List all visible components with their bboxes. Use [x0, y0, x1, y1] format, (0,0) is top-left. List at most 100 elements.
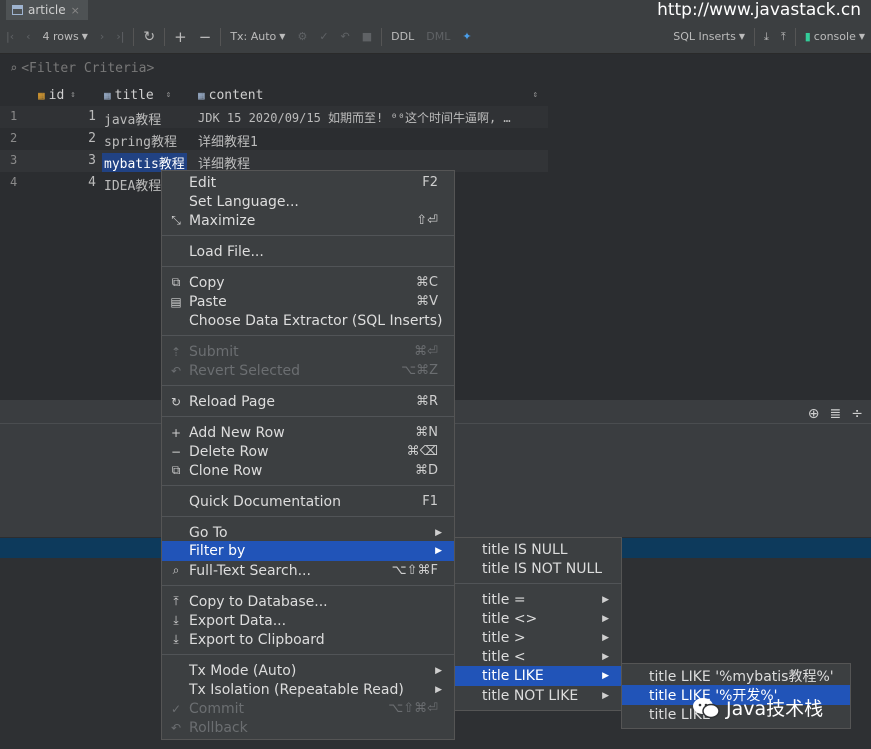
tx-mode-dropdown[interactable]: Tx: Auto ▼ — [224, 20, 291, 53]
menu-label: Paste — [189, 293, 227, 310]
menu-shortcut: ⌥⌘Z — [401, 363, 438, 378]
dml-button[interactable]: DML — [420, 20, 456, 53]
menu-item-not-equals[interactable]: title <> ▶ — [455, 609, 621, 628]
menu-item-copy[interactable]: ⧉ Copy ⌘C — [162, 273, 454, 292]
menu-item-copy-to-database[interactable]: ⤒ Copy to Database... — [162, 592, 454, 611]
commit-icon[interactable]: ✓ — [313, 20, 334, 53]
align-center-icon[interactable]: ≣ — [830, 406, 842, 422]
menu-item-less-than[interactable]: title < ▶ — [455, 647, 621, 666]
toolbar-divider — [164, 27, 166, 46]
next-page-icon[interactable]: › — [94, 20, 110, 53]
submenu-arrow-icon: ▶ — [602, 632, 609, 643]
menu-item-not-like[interactable]: title NOT LIKE ▶ — [455, 686, 621, 705]
menu-item-reload-page[interactable]: ↻ Reload Page ⌘R — [162, 392, 454, 411]
tx-settings-icon[interactable]: ⚙ — [291, 20, 313, 53]
tab-article[interactable]: article × — [6, 0, 88, 20]
table-row[interactable]: 2 2 spring教程 详细教程1 — [0, 128, 548, 150]
menu-item-greater-than[interactable]: title > ▶ — [455, 628, 621, 647]
download-icon[interactable]: ⤓ — [758, 20, 775, 53]
menu-item-export-to-clipboard[interactable]: ⤓ Export to Clipboard — [162, 630, 454, 649]
menu-item-set-language[interactable]: Set Language... — [162, 192, 454, 211]
menu-separator — [455, 583, 621, 584]
prev-page-icon[interactable]: ‹ — [20, 20, 36, 53]
menu-item-submit[interactable]: ⇡ Submit ⌘⏎ — [162, 342, 454, 361]
menu-item-tx-mode[interactable]: Tx Mode (Auto) ▶ — [162, 661, 454, 680]
menu-item-like[interactable]: title LIKE ▶ — [455, 666, 621, 686]
maximize-icon: ⤡ — [171, 213, 181, 227]
filter-criteria-input[interactable]: ⌕ <Filter Criteria> — [0, 57, 871, 79]
column-header-content[interactable]: ▦ content ⇕ — [198, 84, 548, 106]
menu-item-full-text-search[interactable]: ⌕ Full-Text Search... ⌥⇧⌘F — [162, 561, 454, 580]
close-icon[interactable]: × — [71, 4, 80, 17]
menu-item-tx-isolation[interactable]: Tx Isolation (Repeatable Read) ▶ — [162, 680, 454, 699]
submenu-arrow-icon: ▶ — [435, 546, 442, 556]
menu-item-is-not-null[interactable]: title IS NOT NULL — [455, 559, 621, 578]
menu-item-load-file[interactable]: Load File... — [162, 242, 454, 261]
rollback-icon[interactable]: ↶ — [335, 20, 356, 53]
cell-id[interactable]: 3 — [60, 153, 96, 168]
console-icon: ▮ — [804, 30, 811, 43]
menu-shortcut: F2 — [422, 175, 438, 190]
menu-item-clone-row[interactable]: ⧉ Clone Row ⌘D — [162, 461, 454, 480]
cell-id[interactable]: 2 — [60, 131, 96, 146]
console-dropdown[interactable]: ▮ console ▼ — [799, 20, 871, 53]
crosshair-icon[interactable]: ⊕ — [808, 406, 820, 422]
table-row[interactable]: 3 3 mybatis教程 详细教程 — [0, 150, 548, 172]
cell-id[interactable]: 4 — [60, 175, 96, 190]
menu-label: Filter by — [189, 543, 246, 559]
menu-item-maximize[interactable]: ⤡ Maximize ⇧⏎ — [162, 211, 454, 230]
column-header-label: id — [48, 87, 65, 103]
menu-item-commit[interactable]: ✓ Commit ⌥⇧⌘⏎ — [162, 699, 454, 718]
menu-label: Maximize — [189, 212, 256, 229]
rows-count-label: 4 rows — [42, 30, 79, 43]
menu-item-export-data[interactable]: ⤓ Export Data... — [162, 611, 454, 630]
chevron-down-icon: ▼ — [279, 32, 286, 41]
submenu-arrow-icon: ▶ — [435, 527, 442, 538]
split-icon[interactable]: ÷ — [851, 406, 863, 422]
menu-label: title <> — [482, 610, 538, 627]
menu-shortcut: ⌥⇧⌘F — [391, 563, 438, 578]
menu-item-like-mybatis[interactable]: title LIKE '%mybatis教程%' — [622, 666, 850, 685]
submenu-arrow-icon: ▶ — [602, 690, 609, 701]
stop-icon[interactable]: ■ — [356, 20, 378, 53]
menu-label: Commit — [189, 700, 244, 717]
menu-item-filter-by[interactable]: Filter by ▶ — [162, 541, 454, 561]
menu-item-paste[interactable]: ▤ Paste ⌘V — [162, 292, 454, 311]
add-row-icon[interactable]: + — [168, 20, 193, 53]
rows-count-dropdown[interactable]: 4 rows ▼ — [37, 20, 94, 53]
menu-item-go-to[interactable]: Go To ▶ — [162, 523, 454, 542]
menu-label: Go To — [189, 524, 228, 541]
cell-title[interactable]: java教程 — [104, 109, 161, 128]
delete-row-icon[interactable]: − — [193, 20, 218, 53]
upload-icon[interactable]: ⤒ — [775, 20, 792, 53]
menu-item-revert-selected[interactable]: ↶ Revert Selected ⌥⌘Z — [162, 361, 454, 380]
row-number: 4 — [10, 175, 18, 189]
menu-shortcut: ⇧⏎ — [416, 213, 438, 228]
menu-separator — [162, 654, 454, 655]
reload-icon[interactable]: ↻ — [137, 20, 161, 53]
cell-content[interactable]: JDK 15 2020/09/15 如期而至! ⁰⁰这个时间牛逼啊, … — [198, 109, 511, 126]
first-page-icon[interactable]: |‹ — [0, 20, 20, 53]
menu-item-quick-documentation[interactable]: Quick Documentation F1 — [162, 492, 454, 511]
last-page-icon[interactable]: ›| — [110, 20, 130, 53]
cell-title[interactable]: IDEA教程 — [104, 175, 161, 194]
menu-item-choose-extractor[interactable]: Choose Data Extractor (SQL Inserts) — [162, 311, 454, 330]
column-header-title[interactable]: ▦ title ⇕ — [104, 84, 171, 106]
cell-title[interactable]: spring教程 — [104, 131, 177, 150]
menu-item-delete-row[interactable]: − Delete Row ⌘⌫ — [162, 442, 454, 461]
table-row[interactable]: 1 1 java教程 JDK 15 2020/09/15 如期而至! ⁰⁰这个时… — [0, 106, 548, 128]
cell-id[interactable]: 1 — [60, 109, 96, 124]
menu-item-add-new-row[interactable]: + Add New Row ⌘N — [162, 423, 454, 442]
checkmark-icon: ✓ — [170, 701, 182, 716]
cell-content[interactable]: 详细教程1 — [198, 131, 258, 150]
extractor-dropdown[interactable]: SQL Inserts ▼ — [667, 20, 751, 53]
menu-separator — [162, 585, 454, 586]
menu-item-equals[interactable]: title = ▶ — [455, 590, 621, 609]
column-header-id[interactable]: ▦ id ⇕ — [38, 84, 76, 106]
menu-label: Rollback — [189, 719, 248, 736]
ddl-button[interactable]: DDL — [385, 20, 420, 53]
menu-item-rollback[interactable]: ↶ Rollback — [162, 718, 454, 737]
menu-item-is-null[interactable]: title IS NULL — [455, 540, 621, 559]
menu-item-edit[interactable]: Edit F2 — [162, 173, 454, 192]
pin-icon[interactable]: ✦ — [456, 20, 477, 53]
